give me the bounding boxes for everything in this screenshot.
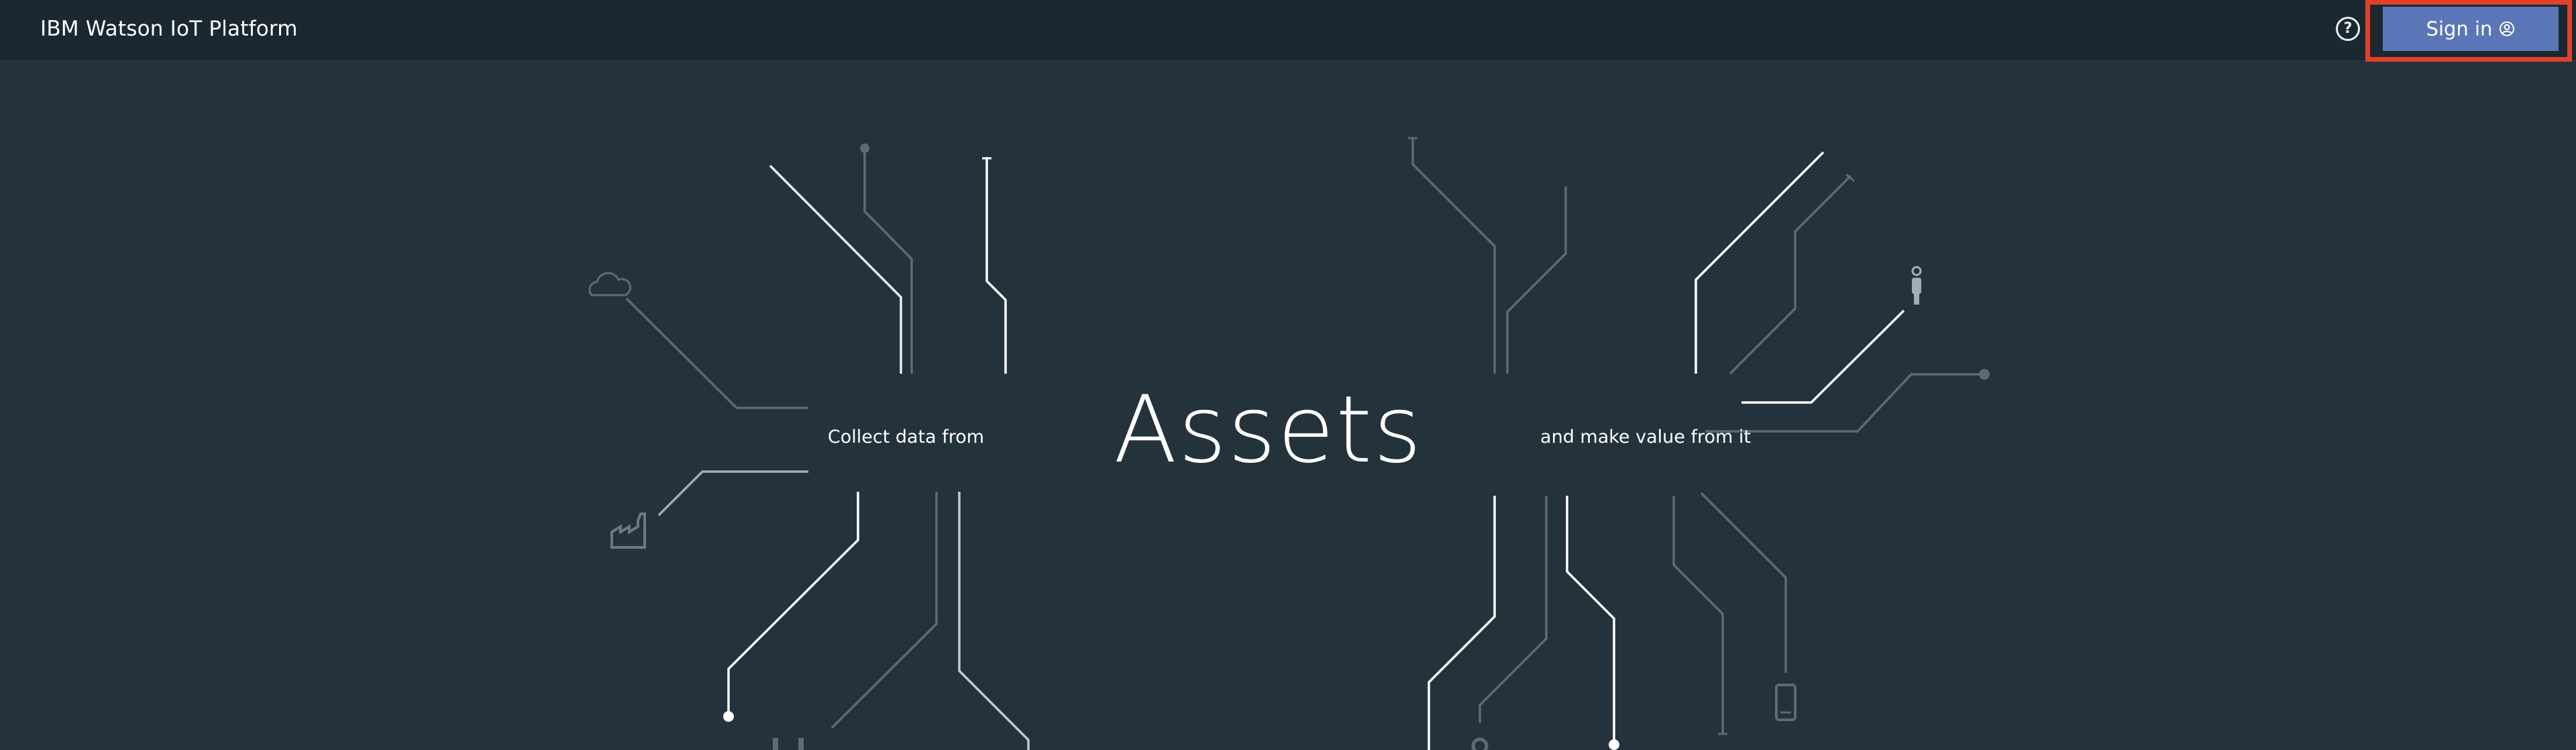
circuit-line [657, 470, 808, 517]
circuit-line [1566, 496, 1615, 742]
signin-button[interactable]: Sign in [2383, 7, 2559, 51]
circuit-line [958, 492, 1030, 750]
circuit-line [1479, 496, 1548, 723]
circuit-line [1695, 151, 1825, 374]
circuit-line [830, 492, 938, 729]
circuit-line [1741, 309, 1905, 404]
app-title[interactable]: IBM Watson IoT Platform [40, 0, 298, 58]
cloud-icon [588, 272, 632, 297]
circuit-line [1428, 496, 1496, 750]
circuit-line [727, 492, 859, 714]
signin-button-label: Sign in [2426, 17, 2493, 40]
circuit-node [1979, 369, 1990, 380]
plug-icon [773, 738, 804, 750]
circuit-node [1609, 739, 1619, 750]
circuit-line [1672, 496, 1724, 734]
mobile-phone-icon [1775, 684, 1796, 721]
gear-icon [1471, 737, 1489, 750]
circuit-node [860, 144, 869, 153]
help-icon[interactable]: ? [2336, 17, 2360, 41]
circuit-line [1411, 138, 1496, 374]
person-icon [1911, 266, 1922, 305]
hero-title: Assets [1114, 376, 1424, 484]
circuit-line [769, 164, 902, 374]
circuit-line [1729, 174, 1852, 375]
hero-right-caption: and make value from it [1540, 427, 1751, 447]
user-circle-icon [2500, 21, 2515, 36]
circuit-line [863, 149, 913, 374]
top-navbar: IBM Watson IoT Platform ? [0, 0, 2576, 61]
circuit-line [625, 297, 808, 409]
hero-left-caption: Collect data from [827, 427, 985, 447]
circuit-node [723, 711, 734, 722]
factory-icon [610, 513, 646, 549]
circuit-line [985, 157, 1007, 374]
circuit-line [1700, 492, 1787, 673]
circuit-line [1506, 186, 1567, 374]
